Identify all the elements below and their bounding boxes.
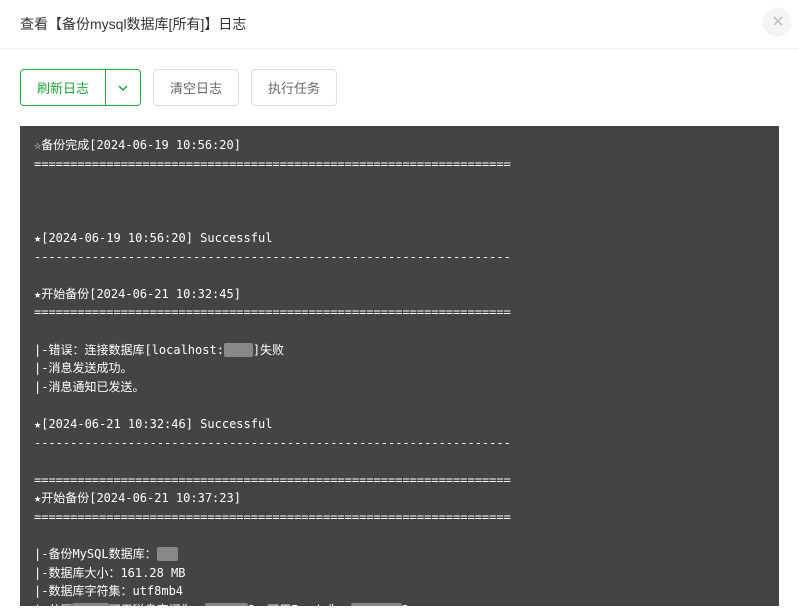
clear-log-button[interactable]: 清空日志 [153,69,239,106]
log-separator: ========================================… [34,473,511,487]
log-line: |-备份MySQL数据库：XXX [34,547,178,561]
log-separator: ========================================… [34,157,511,171]
log-separator: ========================================… [34,510,511,524]
log-output[interactable]: ☆备份完成[2024-06-19 10:56:20] =============… [20,126,779,606]
log-separator: ----------------------------------------… [34,250,511,264]
refresh-button-group: 刷新日志 [20,69,141,106]
log-line: |-数据库字符集：utf8mb4 [34,584,183,598]
execute-task-button[interactable]: 执行任务 [251,69,337,106]
refresh-dropdown-button[interactable] [106,70,140,105]
dialog-title: 查看【备份mysql数据库[所有]】日志 [20,16,246,32]
close-icon [773,16,783,26]
log-line: ★[2024-06-21 10:32:46] Successful [34,417,272,431]
log-line: ★开始备份[2024-06-21 10:37:23] [34,491,241,505]
refresh-log-button[interactable]: 刷新日志 [21,70,106,105]
log-separator: ========================================… [34,305,511,319]
log-line: ★[2024-06-19 10:56:20] Successful [34,231,272,245]
log-line: |-分区XXXXX可用磁盘空间为：XXXXXX3，可用Inode为：XXXXXX… [34,603,409,606]
log-line: |-消息通知已发送。 [34,380,144,394]
log-line: |-消息发送成功。 [34,361,132,375]
chevron-down-icon [118,85,128,91]
dialog-header: 查看【备份mysql数据库[所有]】日志 [0,0,799,49]
log-line: ★开始备份[2024-06-21 10:32:45] [34,287,241,301]
toolbar: 刷新日志 清空日志 执行任务 [0,49,799,126]
log-line-error: |-错误：连接数据库[localhost:XXXX]失败 [34,343,284,357]
log-separator: ----------------------------------------… [34,436,511,450]
log-line: ☆备份完成[2024-06-19 10:56:20] [34,138,241,152]
log-line: |-数据库大小：161.28 MB [34,566,185,580]
close-button[interactable] [765,8,791,34]
